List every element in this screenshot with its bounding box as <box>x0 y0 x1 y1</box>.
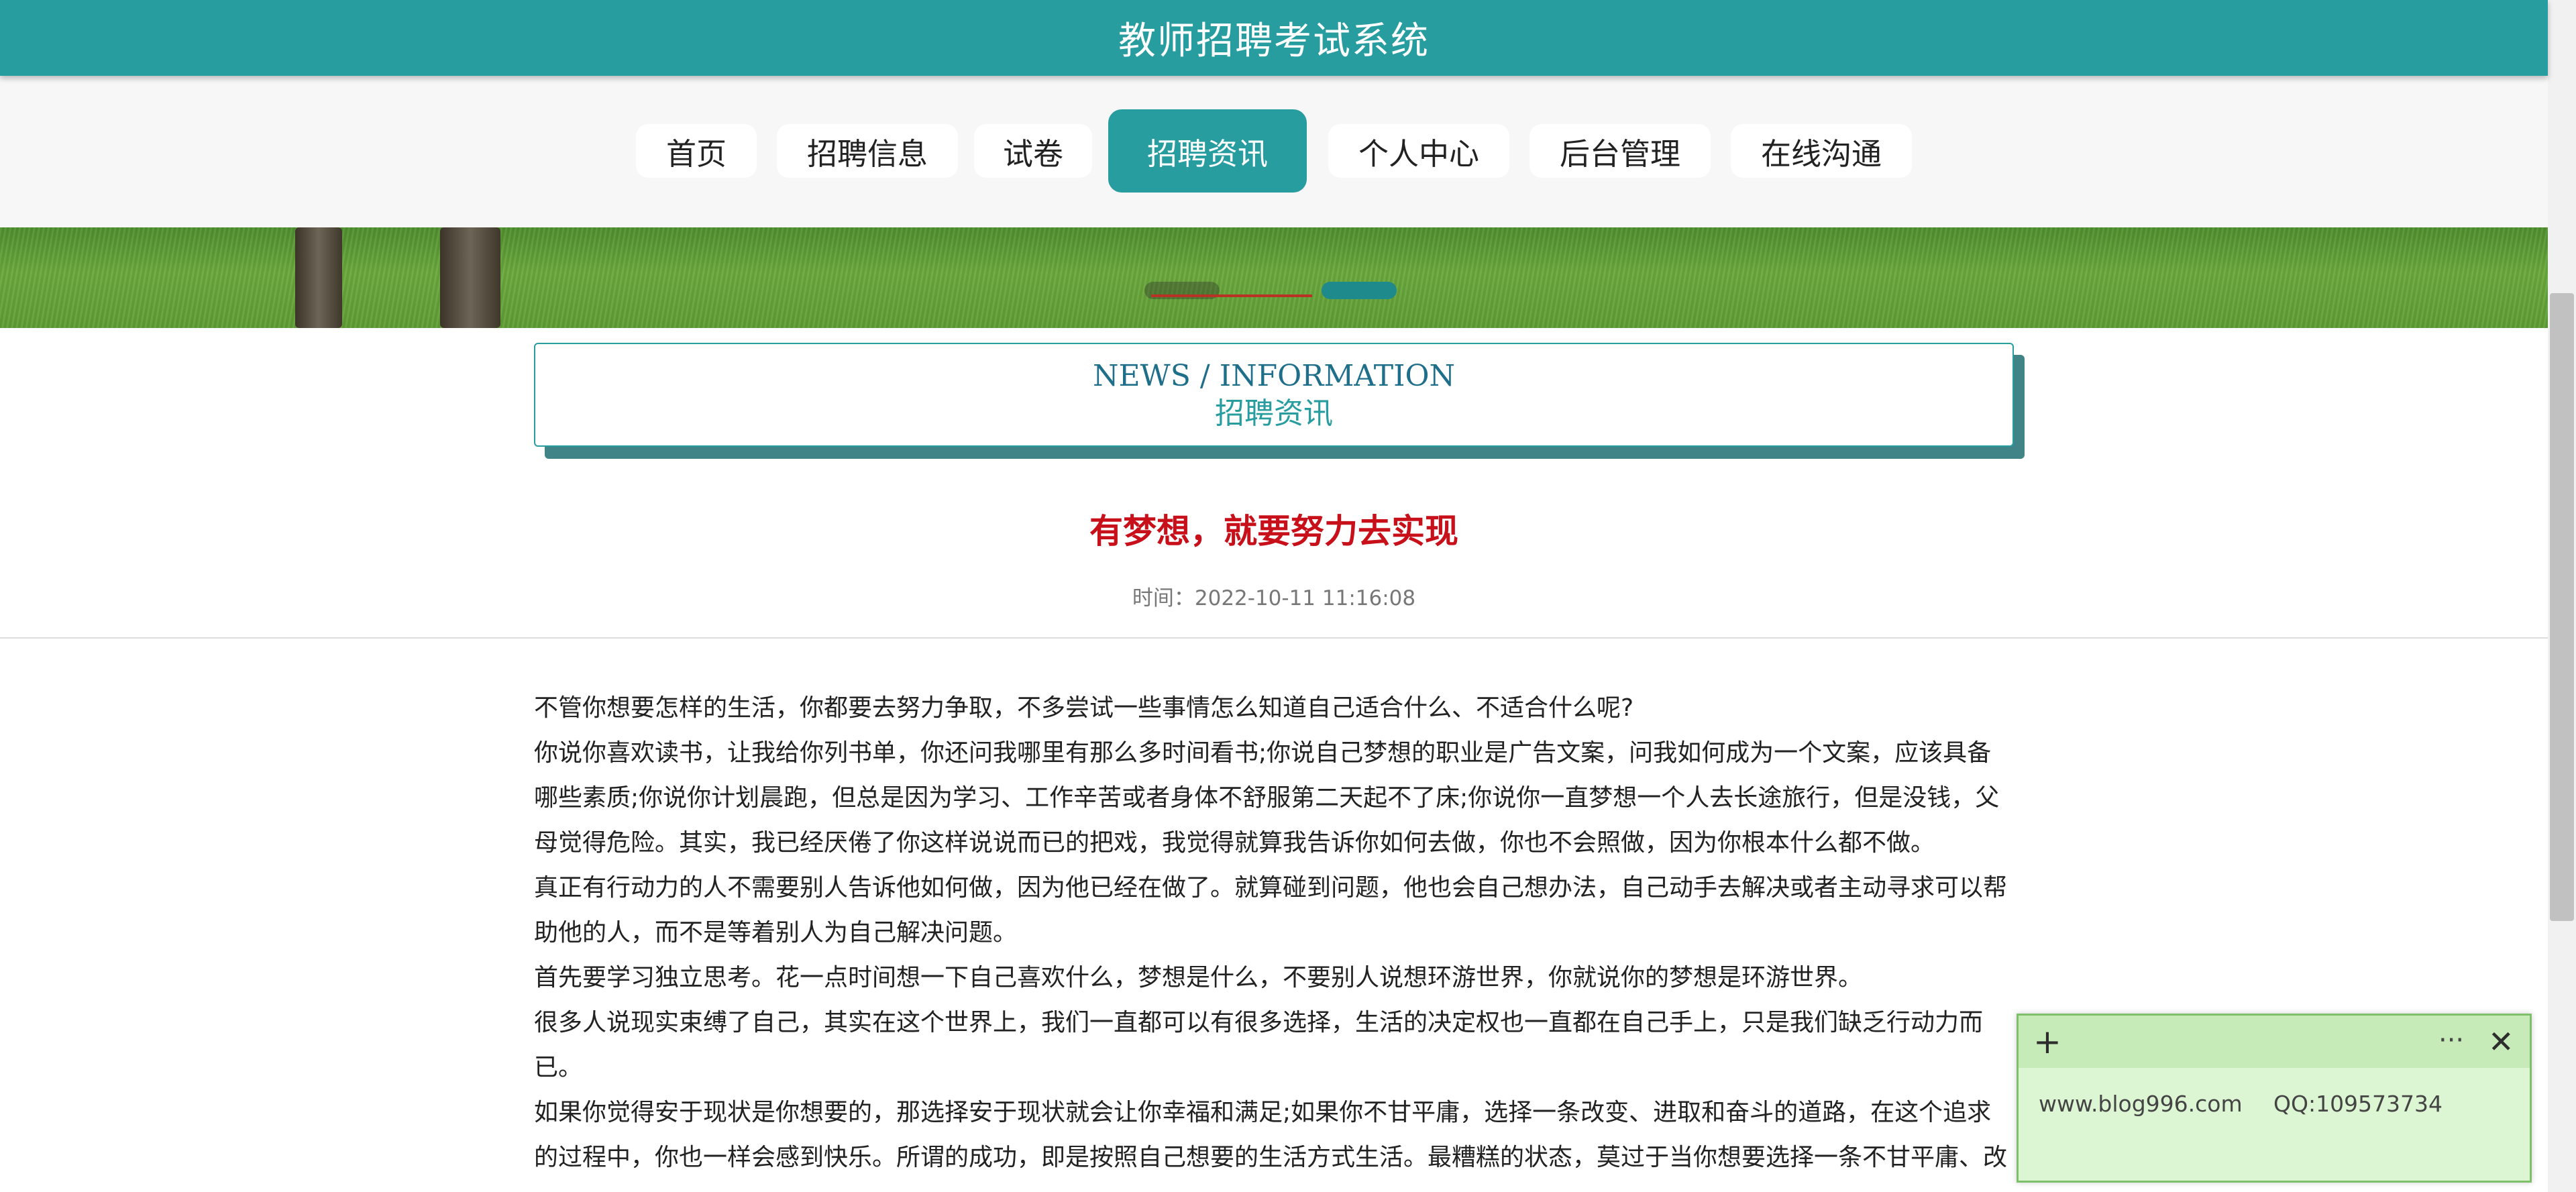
site-title: 教师招聘考试系统 <box>1118 19 1430 63</box>
article-paragraph: 首先要学习独立思考。花一点时间想一下自己喜欢什么，梦想是什么，不要别人说想环游世… <box>534 964 1863 991</box>
banner-tree-trunk <box>295 227 342 328</box>
nav-item-recruitment-news[interactable]: 招聘资讯 <box>1108 109 1307 193</box>
section-title-en: NEWS / INFORMATION <box>1092 358 1456 393</box>
article-content: 不管你想要怎样的生活，你都要去努力争取，不多尝试一些事情怎么知道自己适合什么、不… <box>534 686 2014 1180</box>
article-time: 时间：2022-10-11 11:16:08 <box>1132 586 1416 610</box>
widget-qq: QQ:109573734 <box>2273 1091 2443 1117</box>
nav-item-home[interactable]: 首页 <box>636 124 757 178</box>
article-paragraph: 如果你觉得安于现状是你想要的，那选择安于现状就会让你幸福和满足;如果你不甘平庸，… <box>534 1099 2008 1171</box>
section-header-box: NEWS / INFORMATION 招聘资讯 <box>534 343 2014 447</box>
close-icon[interactable]: ✕ <box>2488 1025 2514 1059</box>
carousel-indicator-line <box>1151 294 1312 297</box>
nav-item-exam-papers[interactable]: 试卷 <box>974 124 1092 178</box>
article-title: 有梦想，就要努力去实现 <box>1089 512 1458 551</box>
nav-item-personal-center[interactable]: 个人中心 <box>1328 124 1509 178</box>
widget-site-link[interactable]: www.blog996.com <box>2039 1091 2243 1117</box>
nav-item-recruitment-info[interactable]: 招聘信息 <box>777 124 958 178</box>
page-scrollbar[interactable] <box>2548 0 2576 1192</box>
contact-widget: + ··· ✕ www.blog996.com QQ:109573734 <box>2017 1014 2532 1183</box>
header-bar: 教师招聘考试系统 <box>0 0 2548 76</box>
carousel-dot-active[interactable] <box>1322 282 1397 299</box>
article-paragraph: 很多人说现实束缚了自己，其实在这个世界上，我们一直都可以有很多选择，生活的决定权… <box>534 1009 1984 1081</box>
scrollbar-thumb[interactable] <box>2550 293 2574 921</box>
banner-tree-trunk <box>440 227 500 328</box>
section-title-cn: 招聘资讯 <box>1215 396 1333 431</box>
plus-icon[interactable]: + <box>2033 1025 2061 1059</box>
banner-carousel <box>0 227 2548 328</box>
divider <box>0 637 2548 639</box>
nav-item-online-chat[interactable]: 在线沟通 <box>1731 124 1912 178</box>
article-paragraph: 你说你喜欢读书，让我给你列书单，你还问我哪里有那么多时间看书;你说自己梦想的职业… <box>534 739 2000 857</box>
more-icon[interactable]: ··· <box>2438 1024 2464 1057</box>
main-nav: 首页 招聘信息 试卷 招聘资讯 个人中心 后台管理 在线沟通 <box>0 76 2548 227</box>
article-paragraph: 真正有行动力的人不需要别人告诉他如何做，因为他已经在做了。就算碰到问题，他也会自… <box>534 874 2008 946</box>
nav-item-admin[interactable]: 后台管理 <box>1529 124 1711 178</box>
article-paragraph: 不管你想要怎样的生活，你都要去努力争取，不多尝试一些事情怎么知道自己适合什么、不… <box>534 694 1634 722</box>
